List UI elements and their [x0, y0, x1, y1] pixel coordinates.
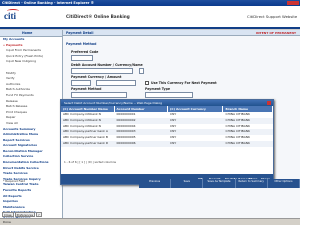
payment-type-select[interactable] [145, 92, 193, 98]
app-title: CitiDirect® Online Banking [66, 14, 130, 19]
preferences-button[interactable]: Preferences [14, 212, 36, 217]
required-field-note: * Required Field [3, 179, 26, 183]
payment-method-section: Payment Method [66, 42, 97, 46]
debit-account-dialog: Select Debit Account Number/Currency/Nam… [60, 99, 274, 185]
other-options-button[interactable]: Other Options [268, 179, 301, 188]
dialog-pagination: 1 - 6 of 6 | [ 1 ] | (0) | sorted column… [64, 160, 117, 164]
use-currency-checkbox[interactable] [145, 81, 149, 85]
sidebar-list: My Accounts» Payments Input From Permanen… [0, 37, 62, 227]
preferred-code-label: Preferred Code [71, 50, 99, 54]
payment-method-select[interactable] [71, 92, 127, 98]
browser-statusbar: Done [0, 218, 300, 225]
return-to-summary-button[interactable]: Return to Summary [236, 179, 268, 188]
debit-account-label: Debit Account Number / Currency/Name [71, 63, 143, 67]
support-website-link[interactable]: CitiDirect Support Website [247, 14, 297, 19]
help-button[interactable]: ? [36, 212, 42, 217]
close-button[interactable]: Close [2, 212, 14, 217]
window-title: CitiDirect - Online Banking - Internet E… [2, 1, 95, 5]
payment-currency-input[interactable] [71, 80, 91, 86]
status-text: Done [3, 220, 11, 224]
action-bar: Previous Save Save As Template Return to… [139, 179, 301, 188]
app-header: citi CitiDirect® Online Banking CitiDire… [0, 6, 300, 30]
home-link[interactable]: Home [22, 31, 32, 35]
citi-logo: citi [4, 9, 19, 21]
dialog-title: Select Debit Account Number/Currency/Nam… [64, 101, 163, 105]
window-controls[interactable] [287, 1, 299, 5]
save-as-template-button[interactable]: Save As Template [203, 179, 236, 188]
breadcrumb: Payment Detail INTENT OF PERMANENT [63, 30, 300, 36]
table-cell: 0000000006 [116, 140, 136, 145]
preferred-code-input[interactable] [71, 55, 93, 61]
payment-method-label: Payment Method [71, 87, 102, 91]
close-icon[interactable] [267, 101, 271, 105]
account-table-body: ABC Company-Citibank N 0000000001 CNY CHINA… [61, 112, 273, 147]
previous-button[interactable]: Previous [139, 179, 172, 188]
save-button[interactable]: Save [171, 179, 204, 188]
step-indicator: INTENT OF PERMANENT [256, 31, 296, 35]
table-cell: CNY [170, 140, 177, 145]
payment-currency-label: Payment Currency / Amount [71, 75, 122, 79]
page-title: Payment Detail [66, 31, 94, 35]
dialog-titlebar: Select Debit Account Number/Currency/Nam… [61, 100, 273, 106]
table-row[interactable]: ABC Company-partner bank D 0000000006 CNY C… [61, 140, 273, 147]
logo-arc-icon [7, 9, 19, 13]
use-currency-label: Use This Currency For Next Payment [151, 81, 217, 85]
debit-account-lookup[interactable] [139, 68, 144, 74]
payment-amount-input[interactable] [96, 80, 136, 86]
header-divider [0, 27, 300, 29]
payment-type-label: Payment Type [145, 87, 171, 91]
debit-account-input[interactable] [71, 68, 133, 74]
sidebar-menu: Home My Accounts» Payments Input From Per… [0, 30, 63, 226]
table-cell: ABC Company-partner bank D [63, 140, 109, 145]
table-cell: CHINA CITIBANK [225, 140, 250, 145]
sidebar-home[interactable]: Home [0, 30, 62, 37]
